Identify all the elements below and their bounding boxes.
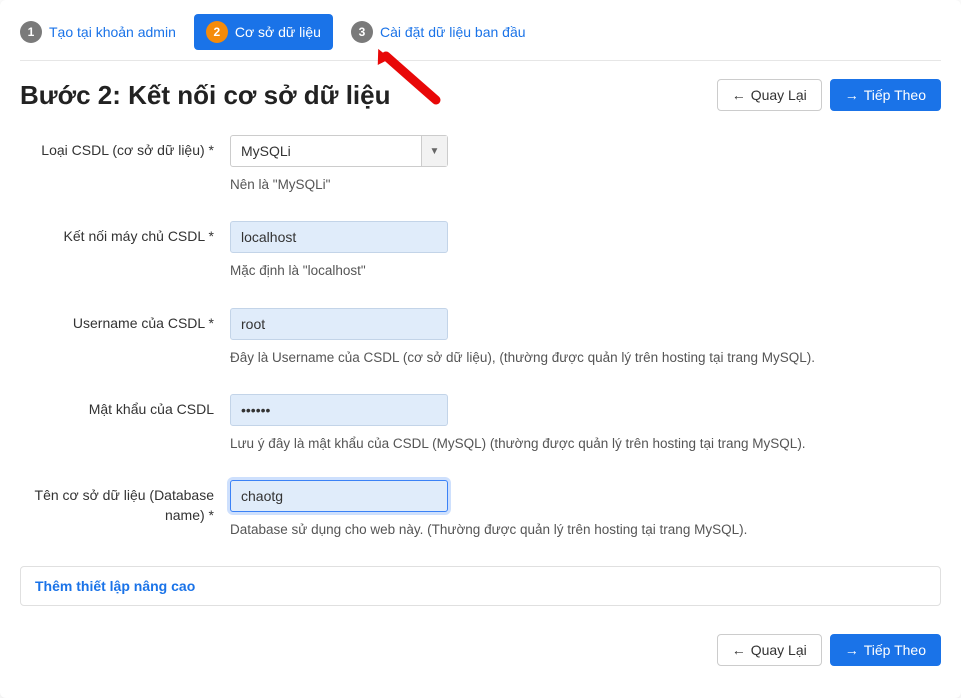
- step-3[interactable]: 3 Cài đặt dữ liệu ban đầu: [351, 21, 526, 43]
- input-dbname[interactable]: [230, 480, 448, 512]
- row-dbtype: Loại CSDL (cơ sở dữ liệu) * MySQLi ▼ Nên…: [20, 135, 941, 195]
- step-3-label: Cài đặt dữ liệu ban đầu: [380, 24, 526, 40]
- label-host: Kết nối máy chủ CSDL *: [20, 221, 230, 247]
- step-1-label: Tạo tại khoản admin: [49, 24, 176, 40]
- row-dbname: Tên cơ sở dữ liệu (Database name) * Data…: [20, 480, 941, 540]
- row-host: Kết nối máy chủ CSDL * Mặc định là "loca…: [20, 221, 941, 281]
- arrow-right-icon: →: [845, 87, 859, 103]
- back-button[interactable]: ← Quay Lại: [717, 79, 822, 111]
- arrow-left-icon: ←: [732, 642, 746, 658]
- next-button-footer[interactable]: → Tiếp Theo: [830, 634, 941, 666]
- footer-buttons: ← Quay Lại → Tiếp Theo: [20, 606, 941, 674]
- advanced-panel: Thêm thiết lập nâng cao: [20, 566, 941, 606]
- hint-dbtype: Nên là "MySQLi": [230, 175, 941, 195]
- row-user: Username của CSDL * Đây là Username của …: [20, 308, 941, 368]
- row-pass: Mật khẩu của CSDL Lưu ý đây là mật khẩu …: [20, 394, 941, 454]
- back-button-footer-label: Quay Lại: [751, 642, 807, 658]
- hint-host: Mặc định là "localhost": [230, 261, 941, 281]
- step-nav: 1 Tạo tại khoản admin 2 Cơ sở dữ liệu 3 …: [20, 0, 941, 61]
- advanced-toggle[interactable]: Thêm thiết lập nâng cao: [35, 578, 195, 594]
- step-1-num: 1: [20, 21, 42, 43]
- step-2-label: Cơ sở dữ liệu: [235, 24, 321, 40]
- back-button-label: Quay Lại: [751, 87, 807, 103]
- back-button-footer[interactable]: ← Quay Lại: [717, 634, 822, 666]
- next-button-label: Tiếp Theo: [864, 87, 926, 103]
- label-dbname: Tên cơ sở dữ liệu (Database name) *: [20, 480, 230, 525]
- label-user: Username của CSDL *: [20, 308, 230, 334]
- next-button[interactable]: → Tiếp Theo: [830, 79, 941, 111]
- page-header: Bước 2: Kết nối cơ sở dữ liệu ← Quay Lại…: [20, 61, 941, 125]
- install-card: 1 Tạo tại khoản admin 2 Cơ sở dữ liệu 3 …: [0, 0, 961, 698]
- input-host[interactable]: [230, 221, 448, 253]
- select-dbtype-value: MySQLi: [231, 136, 421, 166]
- next-button-footer-label: Tiếp Theo: [864, 642, 926, 658]
- label-dbtype: Loại CSDL (cơ sở dữ liệu) *: [20, 135, 230, 161]
- arrow-right-icon: →: [845, 642, 859, 658]
- step-3-num: 3: [351, 21, 373, 43]
- input-user[interactable]: [230, 308, 448, 340]
- step-2-num: 2: [206, 21, 228, 43]
- chevron-down-icon: ▼: [421, 136, 447, 166]
- label-pass: Mật khẩu của CSDL: [20, 394, 230, 420]
- step-2-active[interactable]: 2 Cơ sở dữ liệu: [194, 14, 333, 50]
- hint-user: Đây là Username của CSDL (cơ sở dữ liệu)…: [230, 348, 941, 368]
- input-pass[interactable]: [230, 394, 448, 426]
- hint-pass: Lưu ý đây là mật khẩu của CSDL (MySQL) (…: [230, 434, 941, 454]
- arrow-left-icon: ←: [732, 87, 746, 103]
- hint-dbname: Database sử dụng cho web này. (Thường đư…: [230, 520, 941, 540]
- select-dbtype[interactable]: MySQLi ▼: [230, 135, 448, 167]
- header-buttons: ← Quay Lại → Tiếp Theo: [717, 79, 941, 111]
- page-title: Bước 2: Kết nối cơ sở dữ liệu: [20, 80, 391, 111]
- db-form: Loại CSDL (cơ sở dữ liệu) * MySQLi ▼ Nên…: [20, 125, 941, 540]
- step-1[interactable]: 1 Tạo tại khoản admin: [20, 21, 176, 43]
